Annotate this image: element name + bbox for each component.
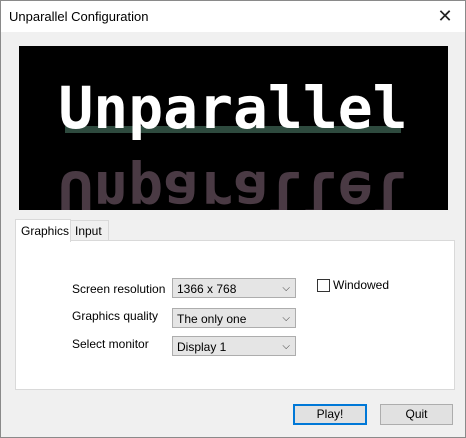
graphics-quality-select[interactable]: The only one ⌵ xyxy=(172,308,296,328)
logo-image: Unparallel Unparallel xyxy=(19,46,448,210)
close-button[interactable]: ✕ xyxy=(425,1,465,32)
select-monitor-label: Select monitor xyxy=(72,337,149,351)
window-title: Unparallel Configuration xyxy=(9,9,149,24)
config-window: Unparallel Configuration ✕ Unparallel Un… xyxy=(0,0,466,438)
game-logo-banner: Unparallel Unparallel xyxy=(19,46,448,210)
screen-resolution-label: Screen resolution xyxy=(72,282,166,296)
tab-input[interactable]: Input xyxy=(69,220,109,241)
graphics-quality-value: The only one xyxy=(177,312,247,326)
logo-reflection: Unparallel xyxy=(58,158,407,210)
chevron-down-icon: ⌵ xyxy=(282,313,290,324)
quit-button[interactable]: Quit xyxy=(380,404,453,425)
chevron-down-icon: ⌵ xyxy=(282,341,290,352)
graphics-quality-label: Graphics quality xyxy=(72,309,159,323)
screen-resolution-select[interactable]: 1366 x 768 ⌵ xyxy=(172,278,296,298)
windowed-checkbox-box[interactable] xyxy=(317,279,330,292)
select-monitor-select[interactable]: Display 1 ⌵ xyxy=(172,336,296,356)
windowed-label: Windowed xyxy=(333,278,390,292)
logo-text: Unparallel xyxy=(58,74,407,142)
select-monitor-value: Display 1 xyxy=(177,340,227,354)
close-icon: ✕ xyxy=(437,6,453,26)
title-bar: Unparallel Configuration ✕ xyxy=(1,1,465,32)
chevron-down-icon: ⌵ xyxy=(282,283,290,294)
play-button[interactable]: Play! xyxy=(293,404,367,425)
tab-graphics[interactable]: Graphics xyxy=(15,219,71,242)
screen-resolution-value: 1366 x 768 xyxy=(177,282,237,296)
